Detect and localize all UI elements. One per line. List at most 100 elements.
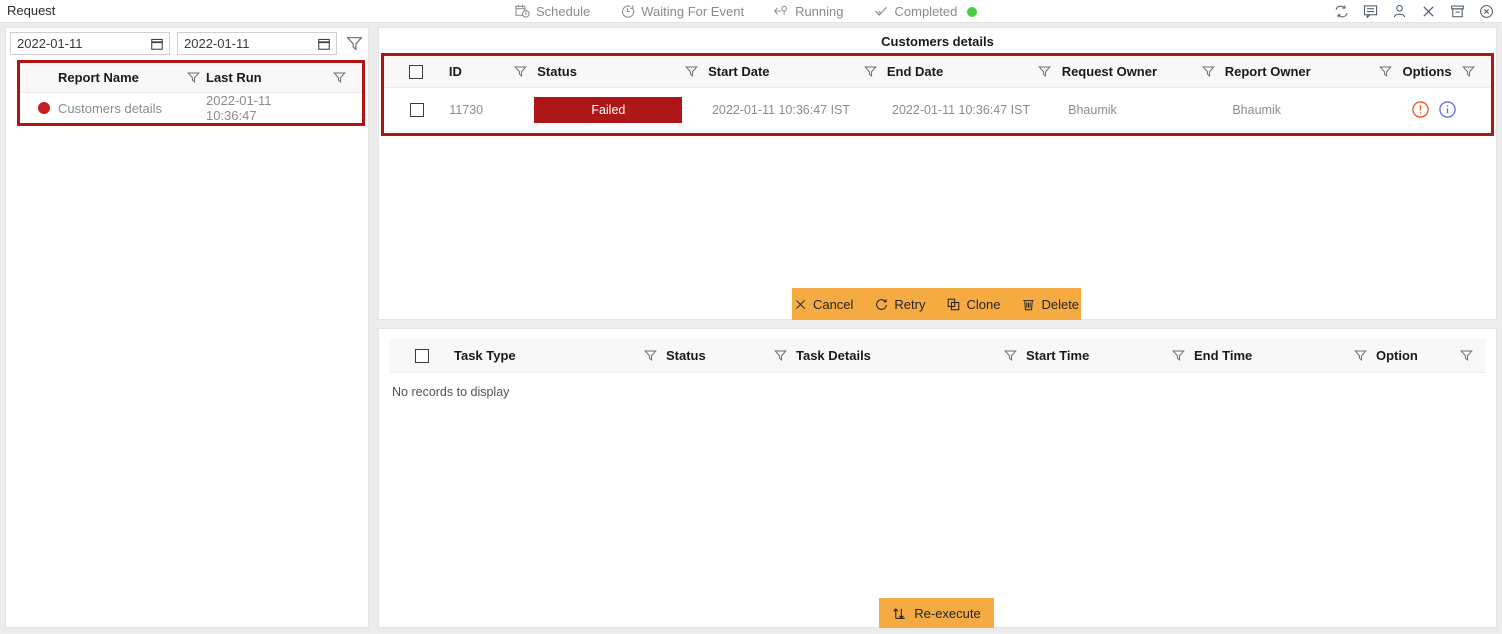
report-name-funnel-icon[interactable]	[180, 71, 206, 84]
column-options: Options	[1402, 64, 1452, 79]
cell-request-owner: Bhaumik	[1068, 102, 1117, 117]
copy-icon	[947, 298, 960, 311]
cell-id: 11730	[449, 102, 484, 117]
report-last-run-value: 2022-01-11 10:36:47	[206, 93, 272, 123]
start-time-funnel-icon[interactable]	[1162, 349, 1194, 362]
list-item[interactable]: Customers details 2022-01-11 10:36:47	[20, 93, 362, 123]
tab-waiting-for-event[interactable]: Waiting For Event	[620, 4, 744, 19]
column-task-status: Status	[666, 348, 706, 363]
column-start-date: Start Date	[708, 64, 770, 79]
delete-button[interactable]: Delete	[1022, 297, 1079, 312]
task-type-funnel-icon[interactable]	[634, 349, 666, 362]
cancel-circle-icon[interactable]	[1479, 4, 1494, 19]
info-circle-icon[interactable]	[1438, 100, 1457, 119]
tab-running-label: Running	[795, 4, 844, 19]
date-from-value: 2022-01-11	[17, 36, 83, 51]
tab-completed[interactable]: Completed	[874, 4, 978, 19]
refresh-icon[interactable]	[1334, 4, 1349, 19]
warning-circle-icon[interactable]	[1411, 100, 1430, 119]
refresh-arrow-icon	[875, 298, 888, 311]
column-request-owner: Request Owner	[1061, 64, 1158, 79]
tab-schedule-label: Schedule	[536, 4, 591, 19]
column-id: ID	[448, 64, 462, 79]
clone-button[interactable]: Clone	[947, 297, 1000, 312]
requests-panel-title: Customers details	[881, 34, 994, 49]
report-name-value: Customers details	[58, 100, 163, 116]
re-execute-label: Re-execute	[914, 605, 981, 621]
x-icon	[794, 298, 807, 311]
options-funnel-icon[interactable]	[1452, 65, 1485, 78]
column-report-owner: Report Owner	[1224, 64, 1311, 79]
tasks-select-all-cell	[390, 348, 454, 363]
page-title: Request	[7, 3, 56, 18]
column-task-type: Task Type	[454, 348, 516, 363]
task-status-funnel-icon[interactable]	[764, 349, 796, 362]
user-icon[interactable]	[1392, 4, 1407, 19]
tasks-table-header: Task Type Status Task Details Start Time…	[390, 339, 1486, 373]
cancel-button-label: Cancel	[812, 296, 854, 312]
tab-running[interactable]: Running	[774, 4, 844, 19]
tab-schedule[interactable]: Schedule	[515, 4, 590, 19]
end-time-funnel-icon[interactable]	[1344, 349, 1376, 362]
column-end-date: End Date	[886, 64, 944, 79]
column-end-time: End Time	[1194, 348, 1253, 363]
tasks-select-all-checkbox[interactable]	[415, 348, 429, 363]
report-owner-funnel-icon[interactable]	[1369, 65, 1402, 78]
cell-status: Failed	[534, 96, 683, 123]
trash-icon	[1022, 298, 1035, 311]
cell-report-owner: Bhaumik	[1232, 102, 1281, 117]
reports-sidebar: 2022-01-11 2022-01-11 Report Name Last R…	[5, 27, 369, 628]
check-icon	[874, 4, 889, 19]
calendar-clock-icon	[515, 4, 530, 19]
request-actions-toolbar: Cancel Retry Clone Delete	[792, 288, 1081, 320]
calendar-icon[interactable]	[317, 37, 331, 51]
re-execute-button[interactable]: Re-execute	[879, 598, 994, 628]
tasks-panel	[378, 328, 1497, 628]
date-filter-row: 2022-01-11 2022-01-11	[10, 32, 364, 55]
status-filter-tabs: Schedule Waiting For Event Running Compl…	[515, 0, 978, 23]
date-filter-funnel-icon[interactable]	[344, 34, 364, 54]
tasks-table: Task Type Status Task Details Start Time…	[390, 339, 1486, 373]
end-date-funnel-icon[interactable]	[1028, 65, 1061, 78]
retry-button[interactable]: Retry	[875, 297, 925, 312]
running-arrow-icon	[774, 4, 789, 19]
close-icon[interactable]	[1421, 4, 1436, 19]
last-run-funnel-icon[interactable]	[324, 71, 354, 84]
column-start-time: Start Time	[1026, 348, 1090, 363]
calendar-icon[interactable]	[150, 37, 164, 51]
select-all-checkbox[interactable]	[409, 64, 424, 79]
delete-button-label: Delete	[1041, 296, 1080, 312]
start-date-funnel-icon[interactable]	[853, 65, 886, 78]
tab-completed-label: Completed	[894, 4, 958, 19]
tab-waiting-label: Waiting For Event	[641, 4, 745, 19]
completed-status-dot	[967, 6, 978, 17]
id-funnel-icon[interactable]	[504, 65, 537, 78]
reports-table: Report Name Last Run Customers details 2…	[20, 63, 362, 123]
column-status: Status	[537, 64, 577, 79]
column-last-run: Last Run	[206, 70, 262, 85]
tasks-empty-message: No records to display	[392, 385, 510, 399]
date-to-value: 2022-01-11	[184, 36, 250, 51]
report-status-dot	[38, 102, 50, 114]
window-titlebar: Request Schedule Waiting For Event Runni…	[0, 0, 1502, 23]
column-task-details: Task Details	[796, 348, 871, 363]
requests-table-header: ID Status Start Date End Date Request Ow…	[384, 56, 1491, 88]
row-select-checkbox[interactable]	[409, 102, 424, 117]
requests-table: ID Status Start Date End Date Request Ow…	[384, 56, 1491, 132]
archive-icon[interactable]	[1450, 4, 1465, 19]
status-badge: Failed	[534, 96, 683, 123]
cell-start-date: 2022-01-11 10:36:47 IST	[711, 102, 851, 117]
option-funnel-icon[interactable]	[1450, 349, 1482, 362]
date-to-field[interactable]: 2022-01-11	[177, 32, 337, 55]
table-row[interactable]: 11730 Failed 2022-01-11 10:36:47 IST 202…	[384, 88, 1491, 132]
cancel-button[interactable]: Cancel	[794, 297, 853, 312]
status-funnel-icon[interactable]	[675, 65, 708, 78]
date-from-field[interactable]: 2022-01-11	[10, 32, 170, 55]
clone-button-label: Clone	[966, 296, 1001, 312]
request-owner-funnel-icon[interactable]	[1191, 65, 1224, 78]
reports-table-header: Report Name Last Run	[20, 63, 362, 93]
select-all-checkbox-cell	[384, 64, 449, 79]
comment-icon[interactable]	[1363, 4, 1378, 19]
task-details-funnel-icon[interactable]	[994, 349, 1026, 362]
stopwatch-icon	[620, 4, 635, 19]
